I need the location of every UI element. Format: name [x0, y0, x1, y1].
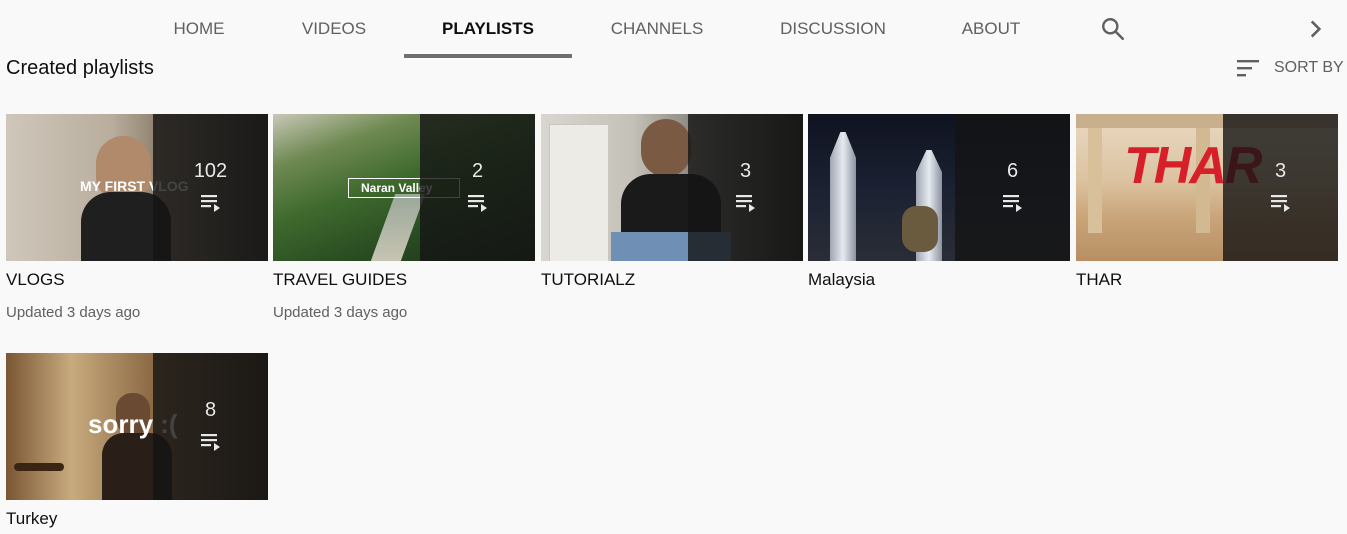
playlist-play-icon	[468, 195, 487, 212]
playlist-card[interactable]: 3 TUTORIALZ	[541, 114, 803, 290]
playlist-updated: Updated 3 days ago	[273, 304, 408, 321]
playlist-thumbnail[interactable]: THAR 3	[1076, 114, 1338, 261]
sort-by-button[interactable]: SORT BY	[1234, 56, 1344, 80]
playlist-count-overlay: 8	[153, 353, 268, 500]
playlist-card[interactable]: 6 Malaysia	[808, 114, 1070, 290]
video-count: 3	[1274, 160, 1287, 182]
tab-channels[interactable]: CHANNELS	[592, 0, 722, 58]
playlist-count-overlay: 3	[1223, 114, 1338, 261]
playlist-thumbnail[interactable]: 6	[808, 114, 1070, 261]
playlist-thumbnail[interactable]: sorry :( 8	[6, 353, 268, 500]
playlist-title[interactable]: VLOGS	[6, 270, 268, 290]
tab-discussion[interactable]: DISCUSSION	[762, 0, 904, 58]
playlist-play-icon	[1271, 195, 1290, 212]
playlist-count-overlay: 3	[688, 114, 803, 261]
playlist-card[interactable]: sorry :( 8 Turkey	[6, 353, 268, 529]
thumbnail-table	[14, 463, 64, 471]
playlist-title[interactable]: TRAVEL GUIDES	[273, 270, 535, 290]
thumbnail-figure	[902, 206, 938, 252]
tab-about[interactable]: ABOUT	[942, 0, 1040, 58]
playlist-count-overlay: 6	[955, 114, 1070, 261]
playlist-card[interactable]: Naran Valley 2 TRAVEL GUIDES Updated 3 d…	[273, 114, 535, 321]
playlist-title[interactable]: Turkey	[6, 509, 268, 529]
tab-playlists[interactable]: PLAYLISTS	[404, 0, 572, 58]
playlist-play-icon	[736, 195, 755, 212]
playlist-thumbnail[interactable]: 3	[541, 114, 803, 261]
tab-videos[interactable]: VIDEOS	[285, 0, 383, 58]
playlist-card[interactable]: THAR 3 THAR	[1076, 114, 1338, 290]
thumbnail-figure	[641, 119, 691, 177]
thumbnail-door	[549, 124, 609, 261]
playlist-play-icon	[201, 195, 220, 212]
video-count: 6	[1006, 160, 1019, 182]
thumbnail-pillar	[1088, 128, 1102, 233]
channel-tabs: HOME VIDEOS PLAYLISTS CHANNELS DISCUSSIO…	[0, 0, 1347, 58]
tab-home[interactable]: HOME	[155, 0, 243, 58]
video-count: 3	[739, 160, 752, 182]
search-icon[interactable]	[1100, 16, 1126, 42]
playlist-title[interactable]: THAR	[1076, 270, 1338, 290]
chevron-right-icon[interactable]	[1302, 16, 1328, 42]
playlist-count-overlay: 102	[153, 114, 268, 261]
video-count: 102	[193, 160, 228, 182]
playlist-thumbnail[interactable]: MY FIRST VLOG 102	[6, 114, 268, 261]
sort-by-label: SORT BY	[1274, 59, 1344, 76]
playlist-play-icon	[201, 434, 220, 451]
playlist-thumbnail[interactable]: Naran Valley 2	[273, 114, 535, 261]
playlist-play-icon	[1003, 195, 1022, 212]
video-count: 8	[204, 399, 217, 421]
video-count: 2	[471, 160, 484, 182]
playlist-count-overlay: 2	[420, 114, 535, 261]
sort-icon	[1237, 60, 1259, 77]
section-title: Created playlists	[6, 57, 154, 79]
active-tab-underline	[404, 54, 572, 58]
playlist-title[interactable]: Malaysia	[808, 270, 1070, 290]
thumbnail-tower	[830, 132, 856, 261]
playlist-card[interactable]: MY FIRST VLOG 102 VLOGS Updated 3 days a…	[6, 114, 268, 321]
playlist-updated: Updated 3 days ago	[6, 304, 141, 321]
playlist-title[interactable]: TUTORIALZ	[541, 270, 803, 290]
